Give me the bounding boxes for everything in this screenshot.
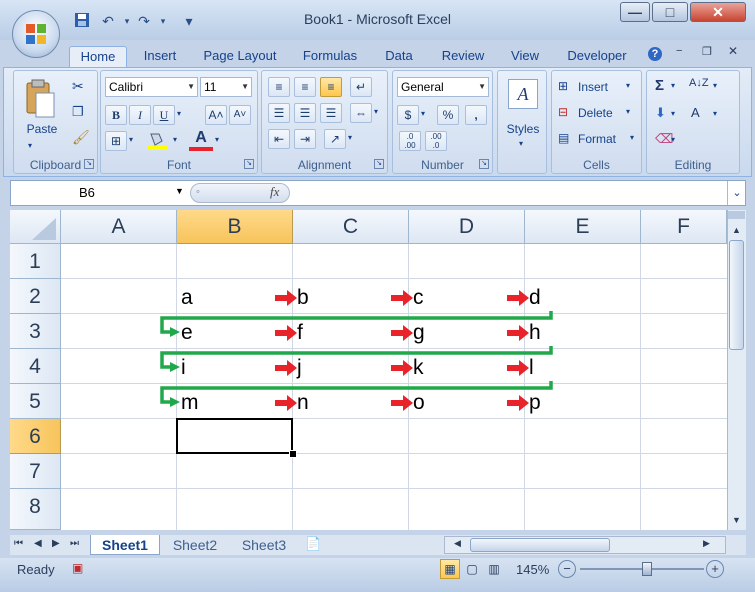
cell-b3[interactable]: e xyxy=(181,315,193,350)
red-arrow-icon xyxy=(275,290,297,306)
cell-d3[interactable]: g xyxy=(413,315,425,350)
cell-d2[interactable]: c xyxy=(413,280,424,315)
red-arrows xyxy=(275,290,529,411)
red-arrow-icon xyxy=(391,395,413,411)
cell-b2[interactable]: a xyxy=(181,280,193,315)
last-sheet-icon[interactable]: ⏭ xyxy=(70,538,79,549)
first-sheet-icon[interactable]: ⏮ xyxy=(14,538,23,549)
vertical-scroll-thumb[interactable] xyxy=(729,240,744,350)
red-arrow-icon xyxy=(507,325,529,341)
split-box[interactable] xyxy=(728,211,745,219)
cell-e3[interactable]: h xyxy=(529,315,541,350)
insert-worksheet-icon[interactable]: 📄 xyxy=(305,536,321,552)
zoom-out-button[interactable]: − xyxy=(558,560,576,578)
cell-e2[interactable]: d xyxy=(529,280,541,315)
sheet-tab-sheet2[interactable]: Sheet2 xyxy=(163,535,227,555)
cell-c3[interactable]: f xyxy=(297,315,303,350)
office-logo-icon xyxy=(26,24,46,44)
scroll-left-icon[interactable]: ◀ xyxy=(454,538,461,549)
scroll-down-icon[interactable]: ▼ xyxy=(728,512,745,529)
red-arrow-icon xyxy=(275,395,297,411)
cell-c5[interactable]: n xyxy=(297,385,309,420)
zoom-in-button[interactable]: + xyxy=(706,560,724,578)
sheet-tab-sheet1[interactable]: Sheet1 xyxy=(90,535,160,555)
macro-record-icon[interactable]: ▣ xyxy=(72,561,83,575)
fill-handle[interactable] xyxy=(289,450,297,458)
cell-b5[interactable]: m xyxy=(181,385,199,420)
red-arrow-icon xyxy=(507,395,529,411)
cell-e5[interactable]: p xyxy=(529,385,541,420)
horizontal-scroll-thumb[interactable] xyxy=(470,538,610,552)
cell-e4[interactable]: l xyxy=(529,350,534,385)
next-sheet-icon[interactable]: ▶ xyxy=(52,538,60,549)
red-arrow-icon xyxy=(507,360,529,376)
status-ready: Ready xyxy=(17,562,55,577)
page-break-view-icon[interactable]: ▥ xyxy=(484,559,504,579)
normal-view-icon[interactable]: ▦ xyxy=(440,559,460,579)
cell-b4[interactable]: i xyxy=(181,350,186,385)
scroll-up-icon[interactable]: ▲ xyxy=(728,222,745,239)
red-arrow-icon xyxy=(507,290,529,306)
cell-d4[interactable]: k xyxy=(413,350,424,385)
red-arrow-icon xyxy=(275,360,297,376)
red-arrow-icon xyxy=(391,360,413,376)
red-arrow-icon xyxy=(391,290,413,306)
cell-c2[interactable]: b xyxy=(297,280,309,315)
red-arrow-icon xyxy=(275,325,297,341)
active-cell-b6[interactable] xyxy=(176,418,293,454)
scroll-right-icon[interactable]: ▶ xyxy=(703,538,710,549)
red-arrow-icon xyxy=(391,325,413,341)
zoom-slider-thumb[interactable] xyxy=(642,562,652,576)
office-button[interactable] xyxy=(12,10,60,58)
sheet-tab-sheet3[interactable]: Sheet3 xyxy=(232,535,296,555)
zoom-level[interactable]: 145% xyxy=(516,562,549,577)
cell-c4[interactable]: j xyxy=(297,350,302,385)
page-layout-view-icon[interactable]: ▢ xyxy=(462,559,482,579)
prev-sheet-icon[interactable]: ◀ xyxy=(34,538,42,549)
cell-d5[interactable]: o xyxy=(413,385,425,420)
